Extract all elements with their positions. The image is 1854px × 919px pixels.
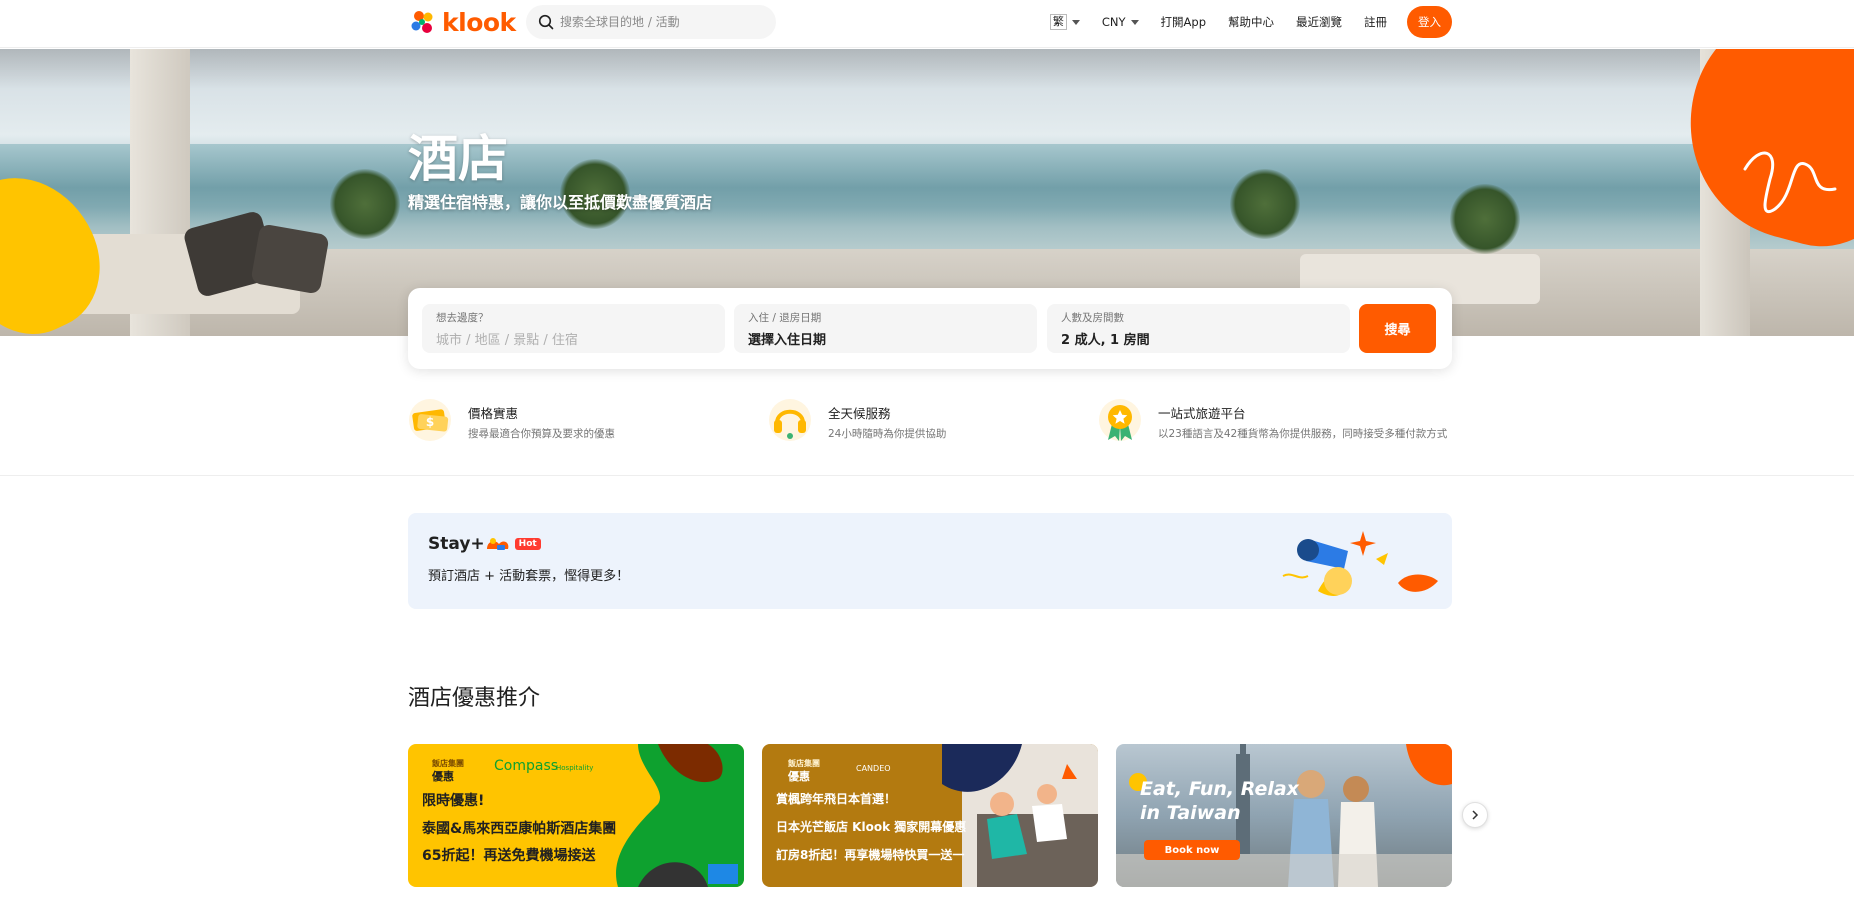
hero-plant	[1450, 184, 1520, 254]
guests-label: 人數及房間數	[1061, 312, 1124, 324]
stay-plus-title-text: Stay+	[428, 534, 485, 554]
currency-selector[interactable]: CNY	[1102, 15, 1139, 29]
page: klook 繁 CNY 打開App 幫助中心	[0, 0, 1854, 919]
feature-text: 全天候服務 24小時隨時為你提供協助	[828, 398, 946, 441]
logo-text: klook	[442, 7, 516, 37]
hero-plant	[1230, 169, 1300, 239]
section-divider	[0, 475, 1854, 476]
svg-text:$: $	[426, 415, 434, 429]
hero-pillow	[250, 223, 330, 295]
feature-desc: 24小時隨時為你提供協助	[828, 428, 947, 440]
klook-logo-icon	[411, 11, 433, 33]
decor-squiggle-icon	[1743, 151, 1837, 213]
search-button[interactable]: 搜尋	[1359, 304, 1436, 353]
dates-field[interactable]: 入住 / 退房日期 選擇入住日期	[734, 304, 1037, 353]
section-title: 酒店優惠推介	[408, 686, 541, 711]
register-link[interactable]: 註冊	[1364, 14, 1387, 30]
search-icon	[538, 14, 554, 30]
stay-plus-logo-icon	[486, 538, 509, 550]
feature-title: 一站式旅遊平台	[1158, 406, 1246, 421]
hero-plant	[330, 169, 400, 239]
price-ticket-icon: $	[409, 399, 451, 441]
recently-viewed-link[interactable]: 最近瀏覽	[1296, 14, 1342, 30]
card-line2: 泰國&馬來西亞康帕斯酒店集團	[422, 821, 617, 837]
currency-label: CNY	[1101, 15, 1126, 29]
guests-value[interactable]: 2 成人, 1 房間	[1061, 329, 1336, 348]
headset-icon	[769, 399, 811, 441]
language-selector[interactable]: 繁	[1049, 14, 1080, 30]
hotel-search-card: 想去邊度？ 城市 / 地區 / 景點 / 住宿 入住 / 退房日期 選擇入住日期…	[408, 288, 1452, 369]
feature-title: 價格實惠	[468, 406, 519, 421]
klook-logo[interactable]: klook	[408, 7, 516, 37]
help-center-link[interactable]: 幫助中心	[1228, 14, 1274, 30]
guests-field[interactable]: 人數及房間數 2 成人, 1 房間	[1047, 304, 1350, 353]
feature-text: 價格實惠 搜尋最適合你預算及要求的優惠	[468, 398, 615, 441]
feature-item: $ 價格實惠 搜尋最適合你預算及要求的優惠	[408, 398, 615, 448]
dates-value[interactable]: 選擇入住日期	[748, 329, 1023, 348]
destination-field[interactable]: 想去邊度？ 城市 / 地區 / 景點 / 住宿	[422, 304, 725, 353]
chevron-down-icon	[1130, 19, 1139, 25]
navbar-inner: klook 繁 CNY 打開App 幫助中心	[408, 0, 1452, 48]
top-navbar: klook 繁 CNY 打開App 幫助中心	[0, 0, 1854, 48]
feature-title: 全天候服務	[828, 406, 891, 421]
open-app-link[interactable]: 打開App	[1161, 14, 1206, 30]
deal-card-compass[interactable]: 飯店集團 優惠 Compass Hospitality 限時優惠! 泰國&馬來西…	[408, 744, 744, 887]
carousel-next-button[interactable]	[1462, 802, 1488, 828]
feature-desc: 搜尋最適合你預算及要求的優惠	[468, 428, 615, 440]
hero-roof	[0, 49, 1854, 89]
book-now-button[interactable]: Book now	[1144, 840, 1240, 860]
hero-subtitle: 精選住宿特惠，讓你以至抵價歎盡優質酒店	[408, 193, 713, 212]
hero-title: 酒店	[408, 130, 508, 188]
hot-badge: Hot	[514, 538, 541, 550]
features-row: $ 價格實惠 搜尋最適合你預算及要求的優惠 全天候服務 24小時隨時為你提供協助	[408, 398, 1452, 448]
card-brand: Compass	[494, 758, 559, 774]
dates-label: 入住 / 退房日期	[748, 312, 822, 324]
stay-plus-banner[interactable]: Stay+ Hot 預訂酒店 + 活動套票，慳得更多！	[408, 513, 1452, 609]
card-tag-main: 優惠	[432, 770, 454, 783]
language-label: 繁	[1049, 14, 1067, 30]
card-brand-sub: Hospitality	[556, 764, 594, 772]
award-medal-icon	[1099, 399, 1141, 441]
feature-desc: 以23種語言及42種貨幣為你提供服務，同時接受多種付款方式	[1158, 428, 1448, 440]
destination-input[interactable]: 城市 / 地區 / 景點 / 住宿	[436, 329, 711, 348]
stay-plus-subtitle: 預訂酒店 + 活動套票，慳得更多！	[428, 569, 630, 584]
card-line2: in Taiwan	[1140, 802, 1241, 824]
card-line3: 65折起！再送免費機場接送	[422, 848, 596, 864]
login-button[interactable]: 登入	[1407, 6, 1452, 38]
megaphone-illustration-icon	[1282, 531, 1438, 596]
destination-label: 想去邊度？	[436, 312, 489, 324]
chevron-down-icon	[1071, 19, 1080, 25]
card-tag-main: 優惠	[788, 770, 810, 783]
stay-plus-title: Stay+ Hot	[428, 534, 541, 554]
feature-item: 一站式旅遊平台 以23種語言及42種貨幣為你提供服務，同時接受多種付款方式	[1098, 398, 1447, 448]
card-line1: Eat, Fun, Relax	[1140, 778, 1299, 800]
card-brand: CANDEO	[856, 764, 891, 773]
card-line1: 賞楓跨年飛日本首選！	[776, 792, 897, 806]
card-line2: 日本光芒飯店 Klook 獨家開幕優惠	[776, 820, 967, 834]
card-line3: 訂房8折起！再享機場特快買一送一	[776, 848, 965, 862]
global-search-bar[interactable]	[526, 5, 776, 39]
deal-card-candeo[interactable]: 飯店集團 優惠 CANDEO 賞楓跨年飛日本首選！ 日本光芒飯店 Klook 獨…	[762, 744, 1098, 887]
card-line1: 限時優惠!	[422, 793, 485, 809]
feature-item: 全天候服務 24小時隨時為你提供協助	[768, 398, 946, 448]
nav-right-links: 繁 CNY 打開App 幫助中心 最近瀏覽 註冊 登入	[1028, 0, 1452, 44]
deal-card-taiwan[interactable]: Eat, Fun, Relax in Taiwan Book now	[1116, 744, 1452, 887]
chevron-right-icon	[1472, 810, 1479, 820]
feature-text: 一站式旅遊平台 以23種語言及42種貨幣為你提供服務，同時接受多種付款方式	[1158, 398, 1447, 441]
global-search-input[interactable]	[560, 15, 760, 29]
